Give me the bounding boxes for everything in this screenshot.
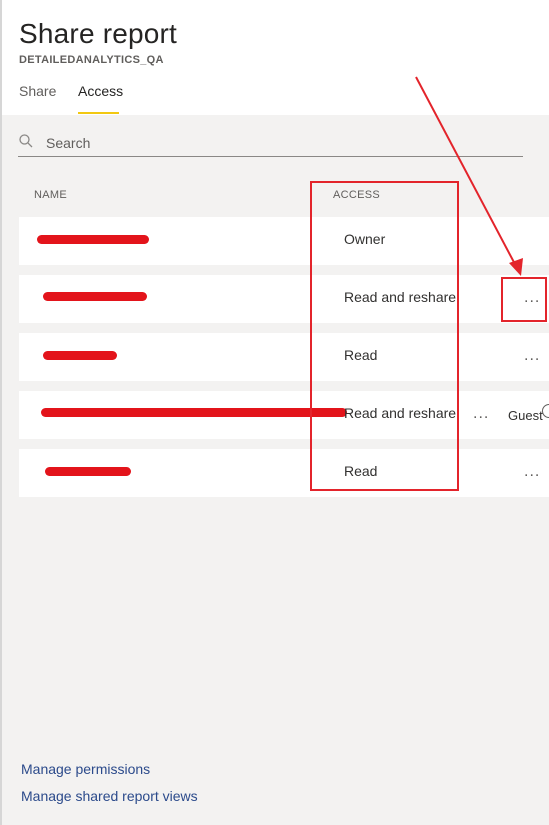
annotation-arrow [415, 76, 523, 276]
